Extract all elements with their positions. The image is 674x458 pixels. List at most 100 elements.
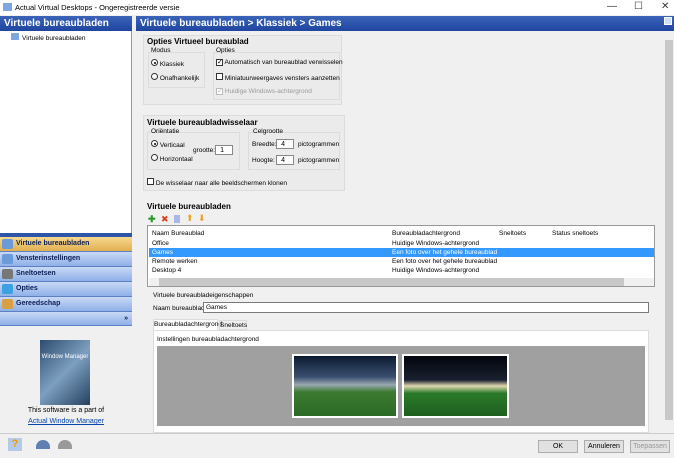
cell-bg: Een foto over het gehele bureaublad xyxy=(392,249,498,256)
checkbox[interactable] xyxy=(147,178,154,185)
nav-options[interactable]: Opties xyxy=(0,282,132,297)
nav-label: Virtuele bureaubladen xyxy=(16,240,90,247)
desktops-table: Naam Bureaublad Bureaubladachtergrond Sn… xyxy=(147,225,655,287)
checkbox-label: De wisselaar naar alle beeldschermen klo… xyxy=(155,180,287,187)
cell-size-label: Celgrootte xyxy=(253,128,283,135)
cell-name: Games xyxy=(152,249,173,256)
scroll-thumb[interactable] xyxy=(665,40,673,420)
column-header[interactable]: Status sneltoets xyxy=(552,229,598,238)
nav-more-button[interactable]: » xyxy=(0,312,132,326)
size-stepper[interactable]: 1 xyxy=(215,145,233,155)
tab-background[interactable]: Bureaubladachtergrond xyxy=(153,319,222,330)
radio[interactable] xyxy=(151,154,158,161)
delete-icon[interactable]: ✖ xyxy=(161,214,169,225)
wallpaper-preview-area xyxy=(157,346,645,426)
tree-item[interactable]: Virtuele bureaubladen xyxy=(11,33,86,42)
copy-icon[interactable] xyxy=(174,215,180,223)
checkbox[interactable] xyxy=(216,73,223,80)
group2-title: Virtuele bureaubladwisselaar xyxy=(147,118,258,127)
clone-switcher-checkbox[interactable]: De wisselaar naar alle beeldschermen klo… xyxy=(147,178,287,187)
mode-classic-radio[interactable]: Klassiek xyxy=(151,59,184,68)
width-unit: pictogrammen xyxy=(298,141,340,148)
panel-icon[interactable] xyxy=(664,17,672,25)
left-header: Virtuele bureaubladen xyxy=(0,16,132,31)
width-stepper[interactable]: 4 xyxy=(276,139,294,149)
width-label: Breedte: xyxy=(252,141,277,148)
table-row[interactable]: Desktop 4 Huidige Windows-achtergrond xyxy=(149,266,654,275)
height-stepper[interactable]: 4 xyxy=(276,155,294,165)
column-header[interactable]: Naam Bureaublad xyxy=(152,229,204,238)
vertical-scrollbar[interactable] xyxy=(664,31,674,433)
horizontal-scrollbar[interactable] xyxy=(149,278,654,286)
cell-bg: Een foto over het gehele bureaublad xyxy=(392,258,498,265)
window-title: Actual Virtual Desktops - Ongeregistreer… xyxy=(15,3,180,12)
name-input[interactable]: Games xyxy=(203,302,649,313)
thumbnails-checkbox[interactable]: Miniatuurweergaves vensters aanzetten xyxy=(216,73,340,82)
table-row[interactable]: Remote werken Een foto over het gehele bu… xyxy=(149,257,654,266)
desktops-title: Virtuele bureaubladen xyxy=(147,202,231,211)
size-label: grootte: xyxy=(193,147,216,154)
table-row[interactable]: Games Een foto over het gehele bureaublad xyxy=(149,248,654,257)
radio-label: Verticaal xyxy=(159,142,185,149)
promo-link[interactable]: Actual Window Manager xyxy=(0,418,132,425)
orientation-label: Oriëntatie xyxy=(151,128,180,135)
table-row[interactable]: Office Huidige Windows-achtergrond xyxy=(149,239,654,248)
minimize-button[interactable]: — xyxy=(607,1,617,12)
column-header[interactable]: Bureaubladachtergrond xyxy=(392,229,460,238)
redo-icon[interactable] xyxy=(58,440,72,449)
cell-name: Desktop 4 xyxy=(152,267,182,274)
undo-icon[interactable] xyxy=(36,440,50,449)
mode-independent-radio[interactable]: Onafhankelijk xyxy=(151,73,199,82)
desktop-icon xyxy=(11,33,19,40)
close-button[interactable]: ✕ xyxy=(661,1,669,12)
nav-label: Sneltoetsen xyxy=(16,270,56,277)
radio[interactable] xyxy=(151,59,158,66)
scroll-thumb[interactable] xyxy=(159,278,624,286)
bg-settings-label: Instellingen bureaubladachtergrond xyxy=(157,336,259,343)
tree-item-label: Virtuele bureaubladen xyxy=(22,35,86,42)
add-icon[interactable]: ✚ xyxy=(148,214,156,225)
nav-hotkeys[interactable]: Sneltoetsen xyxy=(0,267,132,282)
breadcrumb: Virtuele bureaubladen > Klassiek > Games xyxy=(136,16,674,31)
auto-switch-checkbox[interactable]: ✓ Automatisch van bureaublad verwisselen xyxy=(216,59,343,66)
wallpaper-thumbnail[interactable] xyxy=(292,354,398,418)
window-icon xyxy=(2,254,13,264)
radio[interactable] xyxy=(151,140,158,147)
radio[interactable] xyxy=(151,73,158,80)
horizontal-radio[interactable]: Horizontaal xyxy=(151,154,193,163)
radio-label: Klassiek xyxy=(159,61,185,68)
column-header[interactable]: Sneltoets xyxy=(499,229,526,238)
product-box-text: Window Manager xyxy=(41,354,89,360)
move-down-icon[interactable]: ⬇ xyxy=(198,213,206,224)
tools-icon xyxy=(2,299,13,309)
mode-label: Modus xyxy=(151,47,171,54)
desktops-icon xyxy=(2,239,13,249)
cancel-button[interactable]: Annuleren xyxy=(584,440,624,453)
maximize-button[interactable]: ☐ xyxy=(634,1,643,12)
ok-button[interactable]: OK xyxy=(538,440,578,453)
checkbox[interactable]: ✓ xyxy=(216,59,223,66)
checkbox-label: Miniatuurweergaves vensters aanzetten xyxy=(224,75,340,82)
title-bar: Actual Virtual Desktops - Ongeregistreer… xyxy=(0,0,674,15)
tab-hotkey[interactable]: Sneltoets xyxy=(219,320,247,330)
tree-panel: Virtuele bureaubladen xyxy=(0,31,132,233)
vertical-radio[interactable]: Verticaal xyxy=(151,140,185,149)
checkbox: ✓ xyxy=(216,88,223,95)
name-label: Naam bureaublad: xyxy=(153,305,207,312)
height-label: Hoogte: xyxy=(252,157,275,164)
windows-bg-checkbox: ✓ Huidige Windows-achtergrond xyxy=(216,88,312,95)
apply-button[interactable]: Toepassen xyxy=(630,440,670,453)
radio-label: Onafhankelijk xyxy=(159,75,200,82)
product-box-image: Window Manager xyxy=(40,340,90,405)
table-header: Naam Bureaublad Bureaubladachtergrond Sn… xyxy=(149,229,654,238)
bottom-divider xyxy=(0,433,674,434)
wallpaper-thumbnail[interactable] xyxy=(402,354,509,418)
move-up-icon[interactable]: ⬆ xyxy=(186,213,194,224)
nav-window-settings[interactable]: Vensterinstellingen xyxy=(0,252,132,267)
options-icon xyxy=(2,284,13,294)
keyboard-icon xyxy=(2,269,13,279)
nav-virtual-desktops[interactable]: Virtuele bureaubladen xyxy=(0,237,132,252)
help-icon[interactable]: ? xyxy=(8,438,22,451)
checkbox-label: Huidige Windows-achtergrond xyxy=(224,88,312,95)
nav-tools[interactable]: Gereedschap xyxy=(0,297,132,312)
